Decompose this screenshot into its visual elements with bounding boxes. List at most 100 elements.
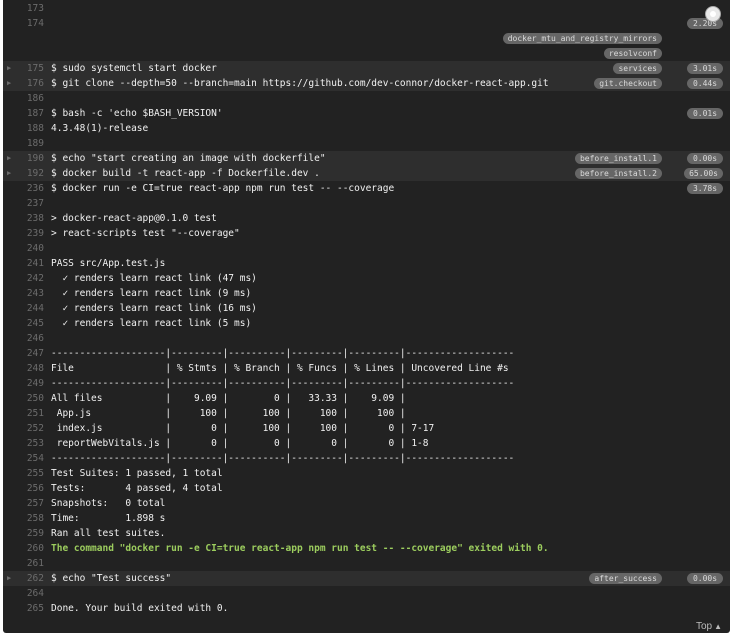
log-line: 174 2.20s xyxy=(3,16,730,31)
line-number[interactable]: 261 xyxy=(14,556,44,571)
fold-label-badge: before_install.1 xyxy=(574,153,662,164)
line-number[interactable]: 244 xyxy=(14,301,44,316)
log-line-foldable[interactable]: ▶ 192 $ docker build -t react-app -f Docke… xyxy=(3,166,730,181)
line-number[interactable]: 239 xyxy=(14,226,44,241)
log-text: All files | 9.09 | 0 | 33.33 | 9.09 | xyxy=(51,393,406,404)
log-text: Done. Your build exited with 0. xyxy=(51,603,229,614)
line-number[interactable]: 259 xyxy=(14,526,44,541)
log-text: > react-scripts test "--coverage" xyxy=(51,228,240,239)
log-line: 254 --------------------|---------|------… xyxy=(3,451,730,466)
line-number[interactable]: 262 xyxy=(14,571,44,586)
duration-badge: 65.00s xyxy=(684,168,723,179)
line-number[interactable]: 264 xyxy=(14,586,44,601)
log-text: > docker-react-app@0.1.0 test xyxy=(51,213,217,224)
line-number[interactable]: 240 xyxy=(14,241,44,256)
duration-badge: 3.78s xyxy=(687,183,723,194)
log-text: 4.3.48(1)-release xyxy=(51,123,149,134)
log-line: 259 Ran all test suites. xyxy=(3,526,730,541)
fold-label-badge: before_install.2 xyxy=(574,168,662,179)
log-line: 240 xyxy=(3,241,730,256)
log-line: 239 > react-scripts test "--coverage" xyxy=(3,226,730,241)
line-number[interactable]: 173 xyxy=(14,1,44,16)
build-log: 173 174 2.20s docker_mtu_and_registry_mirro… xyxy=(3,0,730,633)
log-line: 236 $ docker run -e CI=true react-app npm… xyxy=(3,181,730,196)
scroll-top-icon[interactable] xyxy=(705,6,721,22)
line-number[interactable]: 174 xyxy=(14,16,44,31)
line-number[interactable]: 242 xyxy=(14,271,44,286)
duration-badge: 0.00s xyxy=(687,153,723,164)
line-number[interactable]: 247 xyxy=(14,346,44,361)
line-number[interactable]: 258 xyxy=(14,511,44,526)
log-text: --------------------|---------|---------… xyxy=(51,378,515,389)
log-text: reportWebVitals.js | 0 | 0 | 0 | 0 | 1-8 xyxy=(51,438,429,449)
line-number[interactable]: 255 xyxy=(14,466,44,481)
log-text: Ran all test suites. xyxy=(51,528,166,539)
line-number[interactable]: 236 xyxy=(14,181,44,196)
line-number[interactable]: 260 xyxy=(14,541,44,556)
line-number[interactable]: 257 xyxy=(14,496,44,511)
duration-badge: 0.44s xyxy=(687,78,723,89)
line-number[interactable]: 176 xyxy=(14,76,44,91)
line-number[interactable]: 249 xyxy=(14,376,44,391)
log-line-foldable[interactable]: ▶ 262 $ echo "Test success" after_success 0.… xyxy=(3,571,730,586)
top-link-label[interactable]: Top xyxy=(696,621,712,632)
log-line: 260 The command "docker run -e CI=true re… xyxy=(3,541,730,556)
line-number[interactable]: 241 xyxy=(14,256,44,271)
line-number[interactable]: 175 xyxy=(14,61,44,76)
line-number[interactable]: 190 xyxy=(14,151,44,166)
line-number[interactable]: 253 xyxy=(14,436,44,451)
log-text: $ sudo systemctl start docker xyxy=(51,63,217,74)
exit-status-text: The command "docker run -e CI=true react… xyxy=(51,543,549,554)
line-number[interactable]: 254 xyxy=(14,451,44,466)
log-line: 264 xyxy=(3,586,730,601)
log-text: $ docker run -e CI=true react-app npm ru… xyxy=(51,183,395,194)
log-line: 241 PASS src/App.test.js xyxy=(3,256,730,271)
log-line: 248 File | % Stmts | % Branch | % Funcs |… xyxy=(3,361,730,376)
log-line-foldable[interactable]: ▶ 190 $ echo "start creating an image with… xyxy=(3,151,730,166)
log-line: 261 xyxy=(3,556,730,571)
line-number[interactable]: 250 xyxy=(14,391,44,406)
line-number[interactable]: 251 xyxy=(14,406,44,421)
log-line: 251 App.js | 100 | 100 | 100 | 100 | xyxy=(3,406,730,421)
log-line: 247 --------------------|---------|------… xyxy=(3,346,730,361)
caret-up-icon: ▲ xyxy=(714,622,722,631)
log-line-foldable[interactable]: ▶ 175 $ sudo systemctl start docker service… xyxy=(3,61,730,76)
log-line: 250 All files | 9.09 | 0 | 33.33 | 9.09 | xyxy=(3,391,730,406)
line-number[interactable]: 265 xyxy=(14,601,44,616)
log-text: $ echo "start creating an image with doc… xyxy=(51,153,326,164)
log-line: docker_mtu_and_registry_mirrors xyxy=(3,31,730,46)
log-text: ✓ renders learn react link (47 ms) xyxy=(51,273,257,284)
line-number[interactable]: 252 xyxy=(14,421,44,436)
fold-label-badge: docker_mtu_and_registry_mirrors xyxy=(502,33,662,44)
line-number[interactable]: 192 xyxy=(14,166,44,181)
log-line: 187 $ bash -c 'echo $BASH_VERSION' 0.01s xyxy=(3,106,730,121)
log-text: ✓ renders learn react link (16 ms) xyxy=(51,303,257,314)
log-text: PASS src/App.test.js xyxy=(51,258,166,269)
line-number[interactable]: 187 xyxy=(14,106,44,121)
log-text: --------------------|---------|---------… xyxy=(51,348,515,359)
line-number[interactable]: 238 xyxy=(14,211,44,226)
duration-badge: 3.01s xyxy=(687,63,723,74)
log-text: index.js | 0 | 100 | 100 | 0 | 7-17 xyxy=(51,423,435,434)
line-number[interactable]: 188 xyxy=(14,121,44,136)
line-number[interactable]: 256 xyxy=(14,481,44,496)
log-text: Tests: 4 passed, 4 total xyxy=(51,483,223,494)
line-number[interactable]: 246 xyxy=(14,331,44,346)
log-line: 237 xyxy=(3,196,730,211)
log-line: 244 ✓ renders learn react link (16 ms) xyxy=(3,301,730,316)
line-number[interactable]: 248 xyxy=(14,361,44,376)
log-line-foldable[interactable]: ▶ 176 $ git clone --depth=50 --branch=main… xyxy=(3,76,730,91)
duration-badge: 0.00s xyxy=(687,573,723,584)
line-number[interactable]: 189 xyxy=(14,136,44,151)
fold-label-badge: resolvconf xyxy=(603,48,662,59)
line-number[interactable]: 243 xyxy=(14,286,44,301)
log-text: --------------------|---------|---------… xyxy=(51,453,515,464)
log-line: 258 Time: 1.898 s xyxy=(3,511,730,526)
log-line: 243 ✓ renders learn react link (9 ms) xyxy=(3,286,730,301)
top-link[interactable]: Top ▲ xyxy=(696,621,722,632)
line-number[interactable]: 245 xyxy=(14,316,44,331)
log-line: 249 --------------------|---------|------… xyxy=(3,376,730,391)
line-number[interactable]: 186 xyxy=(14,91,44,106)
log-text: $ docker build -t react-app -f Dockerfil… xyxy=(51,168,320,179)
line-number[interactable]: 237 xyxy=(14,196,44,211)
